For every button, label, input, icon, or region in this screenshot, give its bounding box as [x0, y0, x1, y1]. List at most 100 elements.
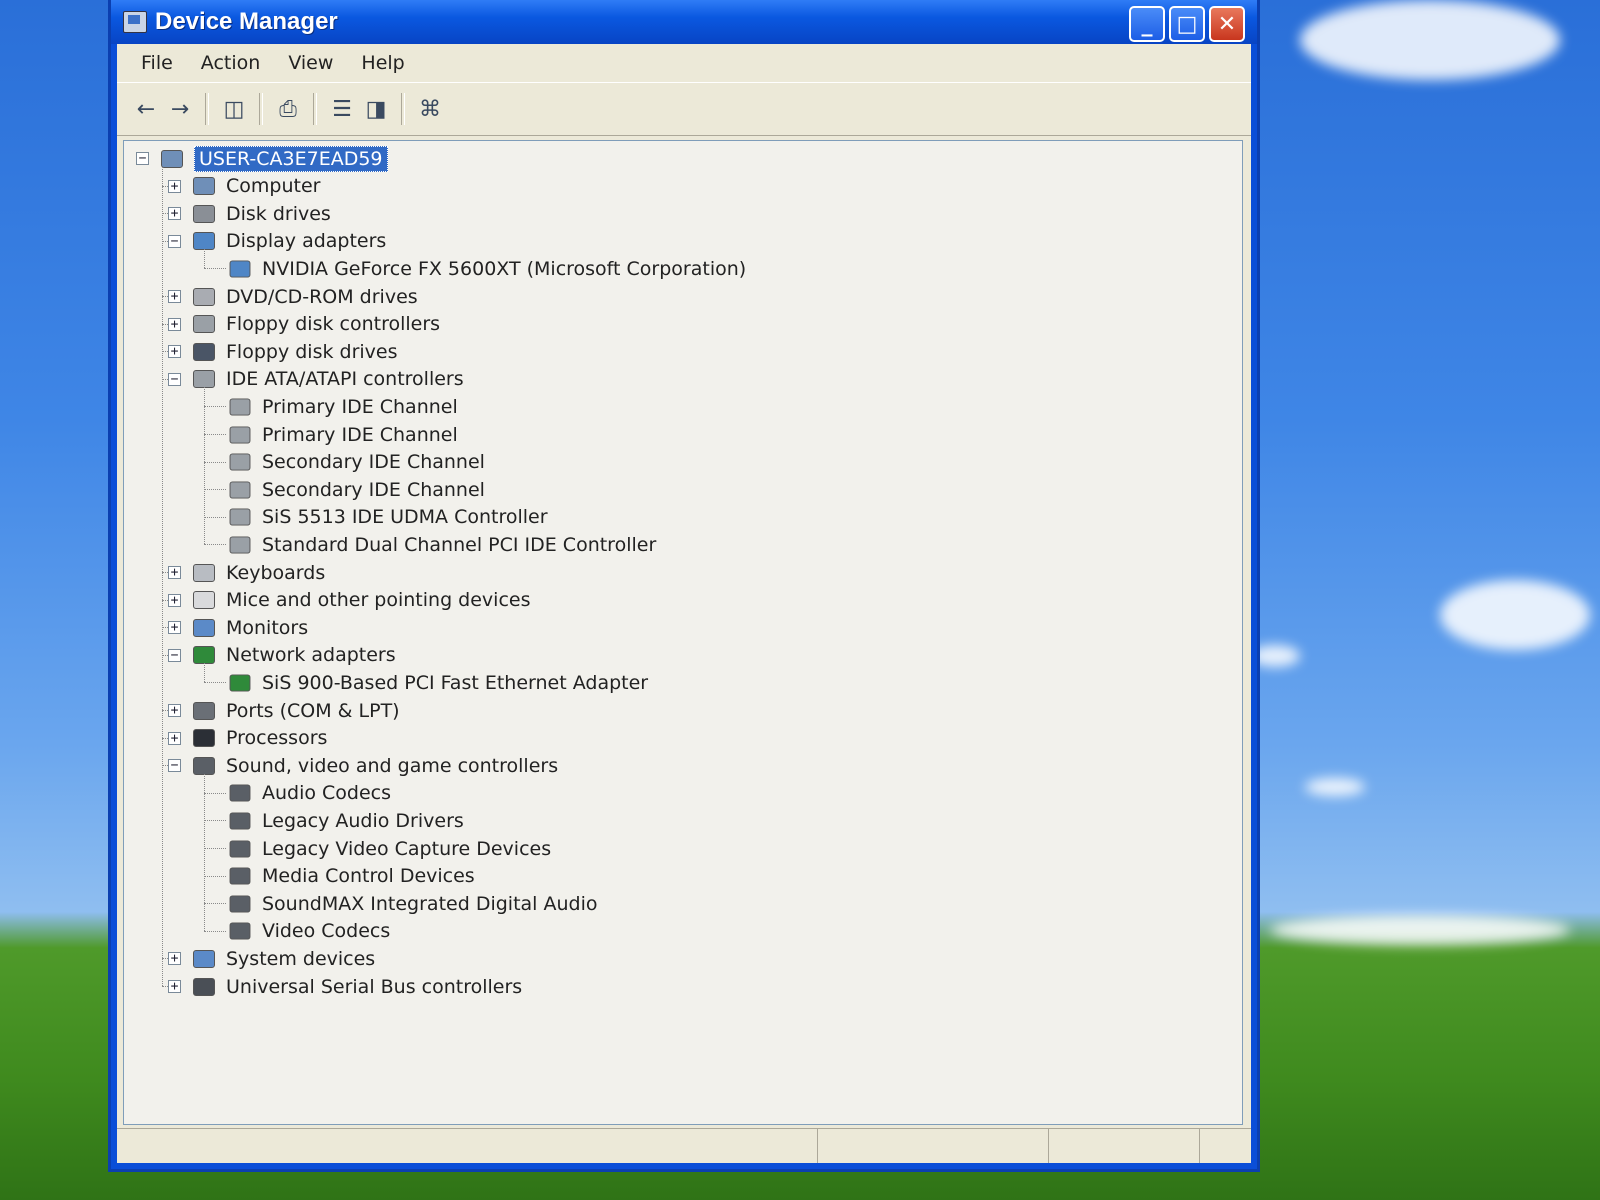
tree-device[interactable]: Secondary IDE Channel [228, 476, 485, 503]
tree-device[interactable]: Primary IDE Channel [228, 421, 458, 448]
tree-connector [204, 903, 226, 905]
tree-device[interactable]: Legacy Audio Drivers [228, 807, 464, 834]
tree-category[interactable]: Display adapters [192, 228, 386, 255]
close-button[interactable]: ✕ [1209, 6, 1245, 42]
desktop-cloud [1440, 580, 1590, 650]
tree-root[interactable]: USER-CA3E7EAD59 [160, 145, 388, 172]
tree-category[interactable]: Network adapters [192, 642, 396, 669]
category-expander[interactable]: + [168, 317, 181, 331]
menu-view[interactable]: View [278, 48, 343, 78]
category-label: Monitors [226, 616, 309, 639]
tree-device[interactable]: Media Control Devices [228, 863, 475, 890]
tree-category[interactable]: Processors [192, 725, 327, 752]
category-expander[interactable]: − [168, 372, 181, 386]
device-label: Legacy Audio Drivers [262, 809, 464, 832]
tree-category[interactable]: Ports (COM & LPT) [192, 697, 400, 724]
category-expander[interactable]: + [168, 621, 181, 635]
tree-device[interactable]: Primary IDE Channel [228, 393, 458, 420]
category-expander[interactable]: + [168, 952, 181, 966]
controller-icon-shape [229, 425, 251, 444]
print-icon[interactable]: ⎙ [271, 92, 305, 126]
tree-device[interactable]: SiS 5513 IDE UDMA Controller [228, 504, 548, 531]
tree-category[interactable]: Disk drives [192, 200, 331, 227]
category-expander[interactable]: + [168, 704, 181, 717]
keyboard-icon-shape [193, 563, 215, 582]
device-tree[interactable]: − USER-CA3E7EAD59 + Computer + Disk drives − Di… [123, 140, 1243, 1125]
window-controls: _ □ ✕ [1129, 6, 1245, 42]
tree-connector [204, 544, 226, 546]
category-expander[interactable]: + [168, 980, 181, 993]
device-label: Primary IDE Channel [262, 395, 458, 418]
display-adapter-icon-shape [229, 260, 251, 278]
category-expander[interactable]: + [168, 179, 181, 193]
back-icon[interactable]: ← [129, 92, 163, 126]
maximize-button[interactable]: □ [1169, 6, 1205, 42]
category-expander[interactable]: + [168, 731, 181, 745]
minimize-button[interactable]: _ [1129, 6, 1165, 42]
window-title: Device Manager [155, 8, 338, 35]
sound-icon [228, 810, 252, 832]
root-expander[interactable]: − [136, 152, 149, 165]
tree-device[interactable]: Secondary IDE Channel [228, 449, 485, 476]
menu-help[interactable]: Help [351, 48, 414, 78]
device-label: Standard Dual Channel PCI IDE Controller [262, 533, 657, 556]
category-label: Mice and other pointing devices [226, 589, 531, 612]
tree-device[interactable]: Standard Dual Channel PCI IDE Controller [228, 531, 656, 558]
tree-connector [204, 387, 205, 545]
tree-category[interactable]: System devices [192, 945, 375, 972]
desktop-cloud [1305, 778, 1365, 796]
controller-icon [228, 396, 252, 418]
device-label: SoundMAX Integrated Digital Audio [262, 892, 598, 915]
device-label: Legacy Video Capture Devices [262, 837, 552, 860]
title-bar[interactable]: Device Manager _ □ ✕ [111, 0, 1257, 44]
disk-drive-icon-shape [193, 204, 215, 223]
tree-category[interactable]: Monitors [192, 614, 308, 641]
tree-category[interactable]: Floppy disk drives [192, 338, 398, 365]
tree-device[interactable]: SoundMAX Integrated Digital Audio [228, 890, 597, 917]
device-manager-window: Device Manager _ □ ✕ File Action View He… [108, 0, 1260, 1172]
category-expander[interactable]: + [168, 290, 181, 303]
category-expander[interactable]: + [168, 593, 181, 607]
category-label: Keyboards [226, 561, 326, 584]
tree-category[interactable]: Sound, video and game controllers [192, 752, 558, 779]
floppy-icon-shape [193, 342, 215, 361]
scan-hardware-icon[interactable]: ⌘ [413, 92, 447, 126]
category-expander[interactable]: + [168, 207, 181, 221]
sound-icon [228, 920, 252, 942]
help-icon[interactable]: ◨ [359, 92, 393, 126]
tree-category[interactable]: Floppy disk controllers [192, 311, 440, 338]
tree-device[interactable]: NVIDIA GeForce FX 5600XT (Microsoft Corp… [228, 255, 746, 282]
tree-category[interactable]: Universal Serial Bus controllers [192, 973, 522, 1000]
category-label: IDE ATA/ATAPI controllers [226, 368, 464, 391]
category-expander[interactable]: − [168, 234, 181, 248]
tree-device[interactable]: Video Codecs [228, 918, 390, 945]
tree-category[interactable]: Computer [192, 173, 320, 200]
category-expander[interactable]: + [168, 345, 181, 359]
tree-connector [204, 434, 226, 435]
network-adapter-icon-shape [229, 674, 251, 692]
tree-category[interactable]: Keyboards [192, 559, 325, 586]
forward-icon[interactable]: → [163, 92, 197, 126]
status-cell [117, 1129, 818, 1163]
tree-category[interactable]: IDE ATA/ATAPI controllers [192, 366, 464, 393]
mouse-icon-shape [193, 591, 215, 610]
category-expander[interactable]: + [168, 566, 181, 579]
tree-category[interactable]: DVD/CD-ROM drives [192, 283, 418, 310]
controller-icon-shape [193, 315, 215, 334]
show-hide-tree-icon[interactable]: ◫ [217, 92, 251, 126]
tree-device[interactable]: Legacy Video Capture Devices [228, 835, 551, 862]
tree-device[interactable]: SiS 900-Based PCI Fast Ethernet Adapter [228, 669, 648, 696]
tree-device[interactable]: Audio Codecs [228, 780, 391, 807]
category-expander[interactable]: − [168, 759, 181, 773]
category-label: Floppy disk drives [226, 340, 398, 363]
menu-action[interactable]: Action [191, 48, 271, 78]
tree-category[interactable]: Mice and other pointing devices [192, 587, 530, 614]
properties-icon[interactable]: ☰ [325, 92, 359, 126]
sound-icon-shape [229, 867, 251, 885]
sound-icon [228, 893, 252, 915]
category-expander[interactable]: − [168, 648, 181, 662]
menu-file[interactable]: File [131, 48, 183, 78]
port-icon-shape [193, 701, 215, 720]
sound-icon-shape [229, 922, 251, 940]
tree-connector [204, 489, 226, 491]
